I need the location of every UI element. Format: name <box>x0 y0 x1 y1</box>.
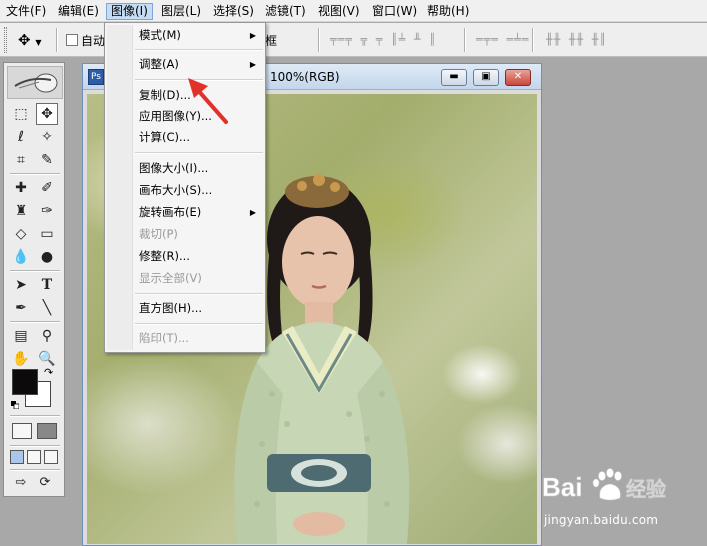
baidu-jingyan-logo-icon: Bai 经验 <box>542 468 666 502</box>
auto-select-label: 自动 <box>81 34 106 48</box>
image-menu-dropdown: 模式(M) ▶ 调整(A) ▶ 复制(D)... 应用图像(Y)... 计算(C).… <box>104 22 266 353</box>
menu-view[interactable]: 视图(V) <box>314 3 364 20</box>
menu-item-histogram[interactable]: 直方图(H)... <box>108 298 262 319</box>
eraser-icon[interactable]: ◇ <box>10 223 32 245</box>
svg-text:Bai: Bai <box>542 472 582 502</box>
history-brush-icon[interactable]: ✑ <box>36 200 58 222</box>
screen-mode-standard-icon[interactable] <box>10 450 24 464</box>
dodge-icon[interactable]: ● <box>36 246 58 268</box>
feather-logo-icon <box>14 73 58 93</box>
lasso-icon[interactable]: ℓ <box>10 126 32 148</box>
menu-window[interactable]: 窗口(W) <box>368 3 421 20</box>
menu-item-duplicate[interactable]: 复制(D)... <box>108 85 262 106</box>
options-separator <box>464 28 466 52</box>
transform-controls-label: 框 <box>265 34 278 48</box>
toolbox-divider <box>10 270 60 272</box>
menu-item-calculations[interactable]: 计算(C)... <box>108 127 262 148</box>
photoshop-document-icon: Ps <box>88 69 104 85</box>
swap-colors-icon[interactable]: ↷ <box>44 366 53 379</box>
menu-separator <box>135 49 263 51</box>
distribute-horizontal-icon[interactable]: ╫╫ ╫╫ ╫║ <box>546 33 607 47</box>
menu-layer[interactable]: 图层(L) <box>157 3 205 20</box>
menu-item-crop: 裁切(P) <box>139 227 178 241</box>
toolbox: ⬚ ✥ ℓ ✧ ⌗ ✎ ✚ ✐ ♜ ✑ ◇ ▭ 💧 ● ➤ T ✒ ╲ ▤ ⚲ … <box>3 62 65 497</box>
align-buttons-icon[interactable]: ╤═╤ ╦ ╤ ║╧ ╨ ║ <box>330 33 437 47</box>
watermark-url: jingyan.baidu.com <box>544 513 659 527</box>
menu-select[interactable]: 选择(S) <box>209 3 258 20</box>
default-colors-icon[interactable] <box>11 401 19 409</box>
quick-mask-icon[interactable] <box>37 423 57 439</box>
watermark-brand-suffix: 经验 <box>626 477 666 501</box>
menu-item-trap: 陷印(T)... <box>139 331 189 345</box>
menu-item-apply-image[interactable]: 应用图像(Y)... <box>108 106 262 127</box>
baidu-watermark: Bai 经验 jingyan.baidu.com <box>540 468 700 534</box>
clone-stamp-icon[interactable]: ♜ <box>10 200 32 222</box>
path-select-icon[interactable]: ➤ <box>10 274 32 296</box>
move-icon[interactable]: ✥ <box>36 103 58 125</box>
menu-bar: 文件(F) 编辑(E) 图像(I) 图层(L) 选择(S) 滤镜(T) 视图(V… <box>0 0 707 22</box>
document-title: 100%(RGB) <box>270 70 340 84</box>
eyedropper-icon[interactable]: ⚲ <box>36 325 58 347</box>
options-separator <box>532 28 534 52</box>
toolbox-divider <box>10 173 60 175</box>
gradient-icon[interactable]: ▭ <box>36 223 58 245</box>
distribute-buttons-icon[interactable]: ═╤═ ═╧═ <box>476 33 529 47</box>
hand-icon[interactable]: ✋ <box>10 348 32 370</box>
submenu-arrow-icon: ▶ <box>249 31 256 40</box>
restore-button[interactable]: ▣ <box>473 69 499 86</box>
pen-icon[interactable]: ✒ <box>10 297 32 319</box>
menu-filter[interactable]: 滤镜(T) <box>261 3 310 20</box>
notes-icon[interactable]: ▤ <box>10 325 32 347</box>
menu-item-canvas-size[interactable]: 画布大小(S)... <box>108 180 262 201</box>
menu-item-trim[interactable]: 修整(R)... <box>108 246 262 267</box>
menu-item-adjustments[interactable]: 调整(A) ▶ <box>108 54 262 75</box>
type-icon[interactable]: T <box>36 274 58 296</box>
healing-brush-icon[interactable]: ✚ <box>10 177 32 199</box>
menu-item-image-size[interactable]: 图像大小(I)... <box>108 158 262 179</box>
standard-mode-icon[interactable] <box>12 423 32 439</box>
marquee-icon[interactable]: ⬚ <box>10 103 32 125</box>
minimize-button[interactable]: ▬ <box>441 69 467 86</box>
toolbox-divider <box>10 415 60 417</box>
options-separator <box>56 28 58 52</box>
auto-select-checkbox[interactable] <box>66 34 78 46</box>
toolbox-divider <box>10 321 60 323</box>
menu-image[interactable]: 图像(I) <box>106 3 153 20</box>
crop-icon[interactable]: ⌗ <box>10 149 32 171</box>
submenu-arrow-icon: ▶ <box>249 60 256 69</box>
menu-help[interactable]: 帮助(H) <box>423 3 473 20</box>
menu-item-mode[interactable]: 模式(M) ▶ <box>108 25 262 46</box>
foreground-color-swatch[interactable] <box>12 369 38 395</box>
options-bar-grip[interactable] <box>4 27 7 53</box>
menu-item-rotate-canvas[interactable]: 旋转画布(E) ▶ <box>108 202 262 223</box>
menu-file[interactable]: 文件(F) <box>2 3 50 20</box>
close-button[interactable]: ✕ <box>505 69 531 86</box>
menu-separator <box>135 293 263 295</box>
submenu-arrow-icon: ▶ <box>249 208 256 217</box>
slice-icon[interactable]: ✎ <box>36 149 58 171</box>
menu-edit[interactable]: 编辑(E) <box>54 3 103 20</box>
menu-separator <box>135 323 263 325</box>
imageready-icon[interactable]: ⟳ <box>34 472 56 494</box>
screen-mode-full-menu-icon[interactable] <box>27 450 41 464</box>
jump-to-imageready-icon[interactable]: ⇨ <box>10 472 32 494</box>
line-icon[interactable]: ╲ <box>36 297 58 319</box>
toolbox-header[interactable] <box>7 66 63 99</box>
menu-separator <box>135 152 263 154</box>
menu-item-reveal-all: 显示全部(V) <box>139 271 202 285</box>
magic-wand-icon[interactable]: ✧ <box>36 126 58 148</box>
annotation-arrow-icon <box>188 78 228 124</box>
move-tool-preset-icon[interactable]: ✥ ▼ <box>18 29 46 51</box>
blur-icon[interactable]: 💧 <box>10 246 32 268</box>
options-separator <box>318 28 320 52</box>
screen-mode-full-icon[interactable] <box>44 450 58 464</box>
toolbox-divider <box>10 445 60 447</box>
brush-icon[interactable]: ✐ <box>36 177 58 199</box>
toolbox-divider <box>10 469 60 471</box>
